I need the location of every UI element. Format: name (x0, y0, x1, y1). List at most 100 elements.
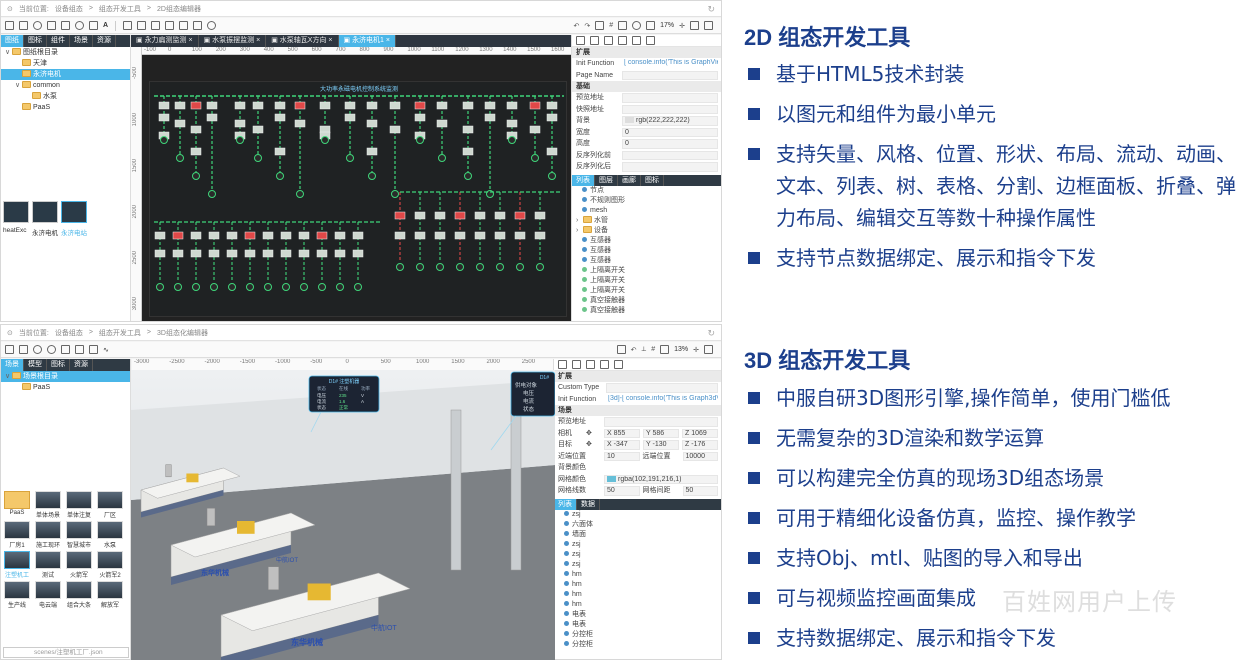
tree-item[interactable]: PaaS (1, 382, 130, 393)
list-item[interactable]: zsj (554, 550, 721, 560)
tree-item[interactable]: 水泵 (1, 91, 130, 102)
tab-1[interactable]: 模型 (24, 359, 47, 371)
document-tab[interactable]: ▣ 永力扁测监测 × (131, 35, 199, 47)
camera-z[interactable]: Z 1069 (682, 428, 718, 438)
link-icon[interactable] (165, 21, 175, 30)
document-tab[interactable]: ▣ 水泵轴瓦X方向 × (266, 35, 339, 47)
breadcrumb-item[interactable]: 组态开发工具 (99, 328, 141, 338)
chevron-right-icon[interactable]: › (576, 226, 583, 236)
snap-icon[interactable] (595, 21, 605, 30)
gridcount-input[interactable]: 50 (604, 486, 640, 496)
list-item[interactable]: 电表 (554, 620, 721, 630)
gridgap-input[interactable]: 50 (682, 486, 718, 496)
list-item[interactable]: hm (554, 600, 721, 610)
align-center-icon[interactable] (572, 360, 581, 369)
model-asset[interactable]: 生产线 (3, 581, 31, 609)
list-item[interactable]: zsj (554, 510, 721, 520)
prop-value[interactable] (622, 162, 718, 172)
model-asset[interactable]: 火箭军2 (96, 551, 124, 579)
list-item[interactable]: 不规则图形 (572, 196, 721, 206)
section-expand[interactable]: 扩展 (572, 47, 721, 58)
breadcrumb-item[interactable]: 当前位置: (19, 328, 49, 338)
tab-0[interactable]: 图纸 (1, 35, 24, 47)
layout-icon[interactable] (704, 21, 713, 30)
breadcrumb-item[interactable]: > (147, 329, 151, 336)
thumbnail[interactable] (3, 201, 29, 223)
list-item[interactable]: hm (554, 590, 721, 600)
curve-tool-icon[interactable]: ∿ (103, 346, 109, 354)
prop-value[interactable]: [ console.info('This is GraphView in (622, 59, 718, 69)
model-asset[interactable]: PaaS (3, 491, 31, 519)
undo-icon[interactable]: ↶ (631, 346, 637, 354)
tab-0[interactable]: 场景 (1, 359, 24, 371)
door-tool-icon[interactable] (75, 345, 84, 354)
thumbnail[interactable] (32, 201, 58, 223)
document-tab[interactable]: ▣ 永济电机1 × (338, 35, 397, 47)
list-item[interactable]: 六面体 (554, 520, 721, 530)
list-item[interactable]: 上隔离开关 (572, 276, 721, 286)
preview-icon[interactable] (660, 345, 670, 354)
list-item[interactable]: hm (554, 580, 721, 590)
sphere-tool-icon[interactable] (33, 345, 42, 354)
prop-value[interactable] (622, 150, 718, 160)
chevron-down-icon[interactable]: ∨ (15, 80, 22, 91)
tab-2[interactable]: 图标 (47, 359, 70, 371)
tree-item[interactable]: 天津 (1, 58, 130, 69)
breadcrumb-item[interactable]: > (147, 5, 151, 12)
model-asset[interactable]: 单体场景 (34, 491, 62, 519)
list-item[interactable]: › 水管 (572, 215, 721, 226)
align-middle-icon[interactable] (632, 36, 641, 45)
tab-1[interactable]: 图标 (24, 35, 47, 47)
tab-3[interactable]: 场景 (70, 35, 93, 47)
breadcrumb-item[interactable]: 3D组态化编辑器 (157, 328, 208, 338)
preview-icon[interactable] (618, 21, 628, 30)
list-tab[interactable]: 列表 (572, 174, 595, 186)
list-item[interactable]: mesh (572, 206, 721, 216)
redo-icon[interactable]: ↷ (584, 22, 590, 30)
target-z[interactable]: Z -176 (682, 440, 718, 450)
model-asset[interactable]: 测试 (34, 551, 62, 579)
list-item[interactable]: 互感器 (572, 236, 721, 246)
list-tab[interactable]: 画廊 (618, 174, 641, 186)
section-scene[interactable]: 场景 (554, 405, 721, 416)
select-tool-icon[interactable] (5, 21, 14, 30)
model-asset[interactable]: 水泵 (96, 521, 124, 549)
tree-item[interactable]: ∨ 场景根目录 (1, 371, 130, 382)
model-asset[interactable]: 智慧城市 (65, 521, 93, 549)
camera-y[interactable]: Y 586 (643, 428, 679, 438)
model-asset[interactable]: 解放军 (96, 581, 124, 609)
play-icon[interactable] (646, 21, 656, 30)
group-icon[interactable] (193, 21, 203, 30)
breadcrumb-item[interactable]: > (89, 329, 93, 336)
model-asset[interactable]: 电云端 (34, 581, 62, 609)
prop-value[interactable] (622, 104, 718, 114)
pipe-tool-icon[interactable] (89, 345, 98, 354)
close-icon[interactable]: × (187, 37, 193, 44)
list-tab[interactable]: 数据 (577, 498, 600, 510)
target-x[interactable]: X -347 (604, 440, 640, 450)
wall-tool-icon[interactable] (61, 345, 70, 354)
near-input[interactable]: 10 (604, 451, 640, 461)
refresh-icon[interactable]: ↻ (707, 4, 715, 15)
fit-icon[interactable]: ✛ (693, 346, 699, 354)
align-left-icon[interactable] (576, 36, 585, 45)
zoom-level[interactable]: 17% (660, 22, 674, 29)
list-tab[interactable]: 图层 (595, 174, 618, 186)
save-icon[interactable] (616, 345, 626, 354)
list-item[interactable]: 电表 (554, 610, 721, 620)
polygon-tool-icon[interactable] (89, 21, 98, 30)
axis-icon[interactable]: ⟂ (642, 346, 647, 354)
align-bottom-icon[interactable] (646, 36, 655, 45)
refresh-icon[interactable] (632, 21, 642, 30)
cylinder-tool-icon[interactable] (47, 345, 56, 354)
list-item[interactable]: 上隔离开关 (572, 286, 721, 296)
breadcrumb-item[interactable]: 当前位置: (19, 4, 49, 14)
ellipse-tool-icon[interactable] (75, 21, 84, 30)
zoom-level[interactable]: 13% (674, 346, 688, 353)
custom-type-input[interactable] (606, 383, 718, 393)
circle-tool-icon[interactable] (33, 21, 42, 30)
page-name-input[interactable] (622, 70, 718, 80)
tab-3[interactable]: 资源 (70, 359, 93, 371)
text-tool-icon[interactable]: A (103, 22, 108, 29)
close-icon[interactable]: × (326, 37, 332, 44)
